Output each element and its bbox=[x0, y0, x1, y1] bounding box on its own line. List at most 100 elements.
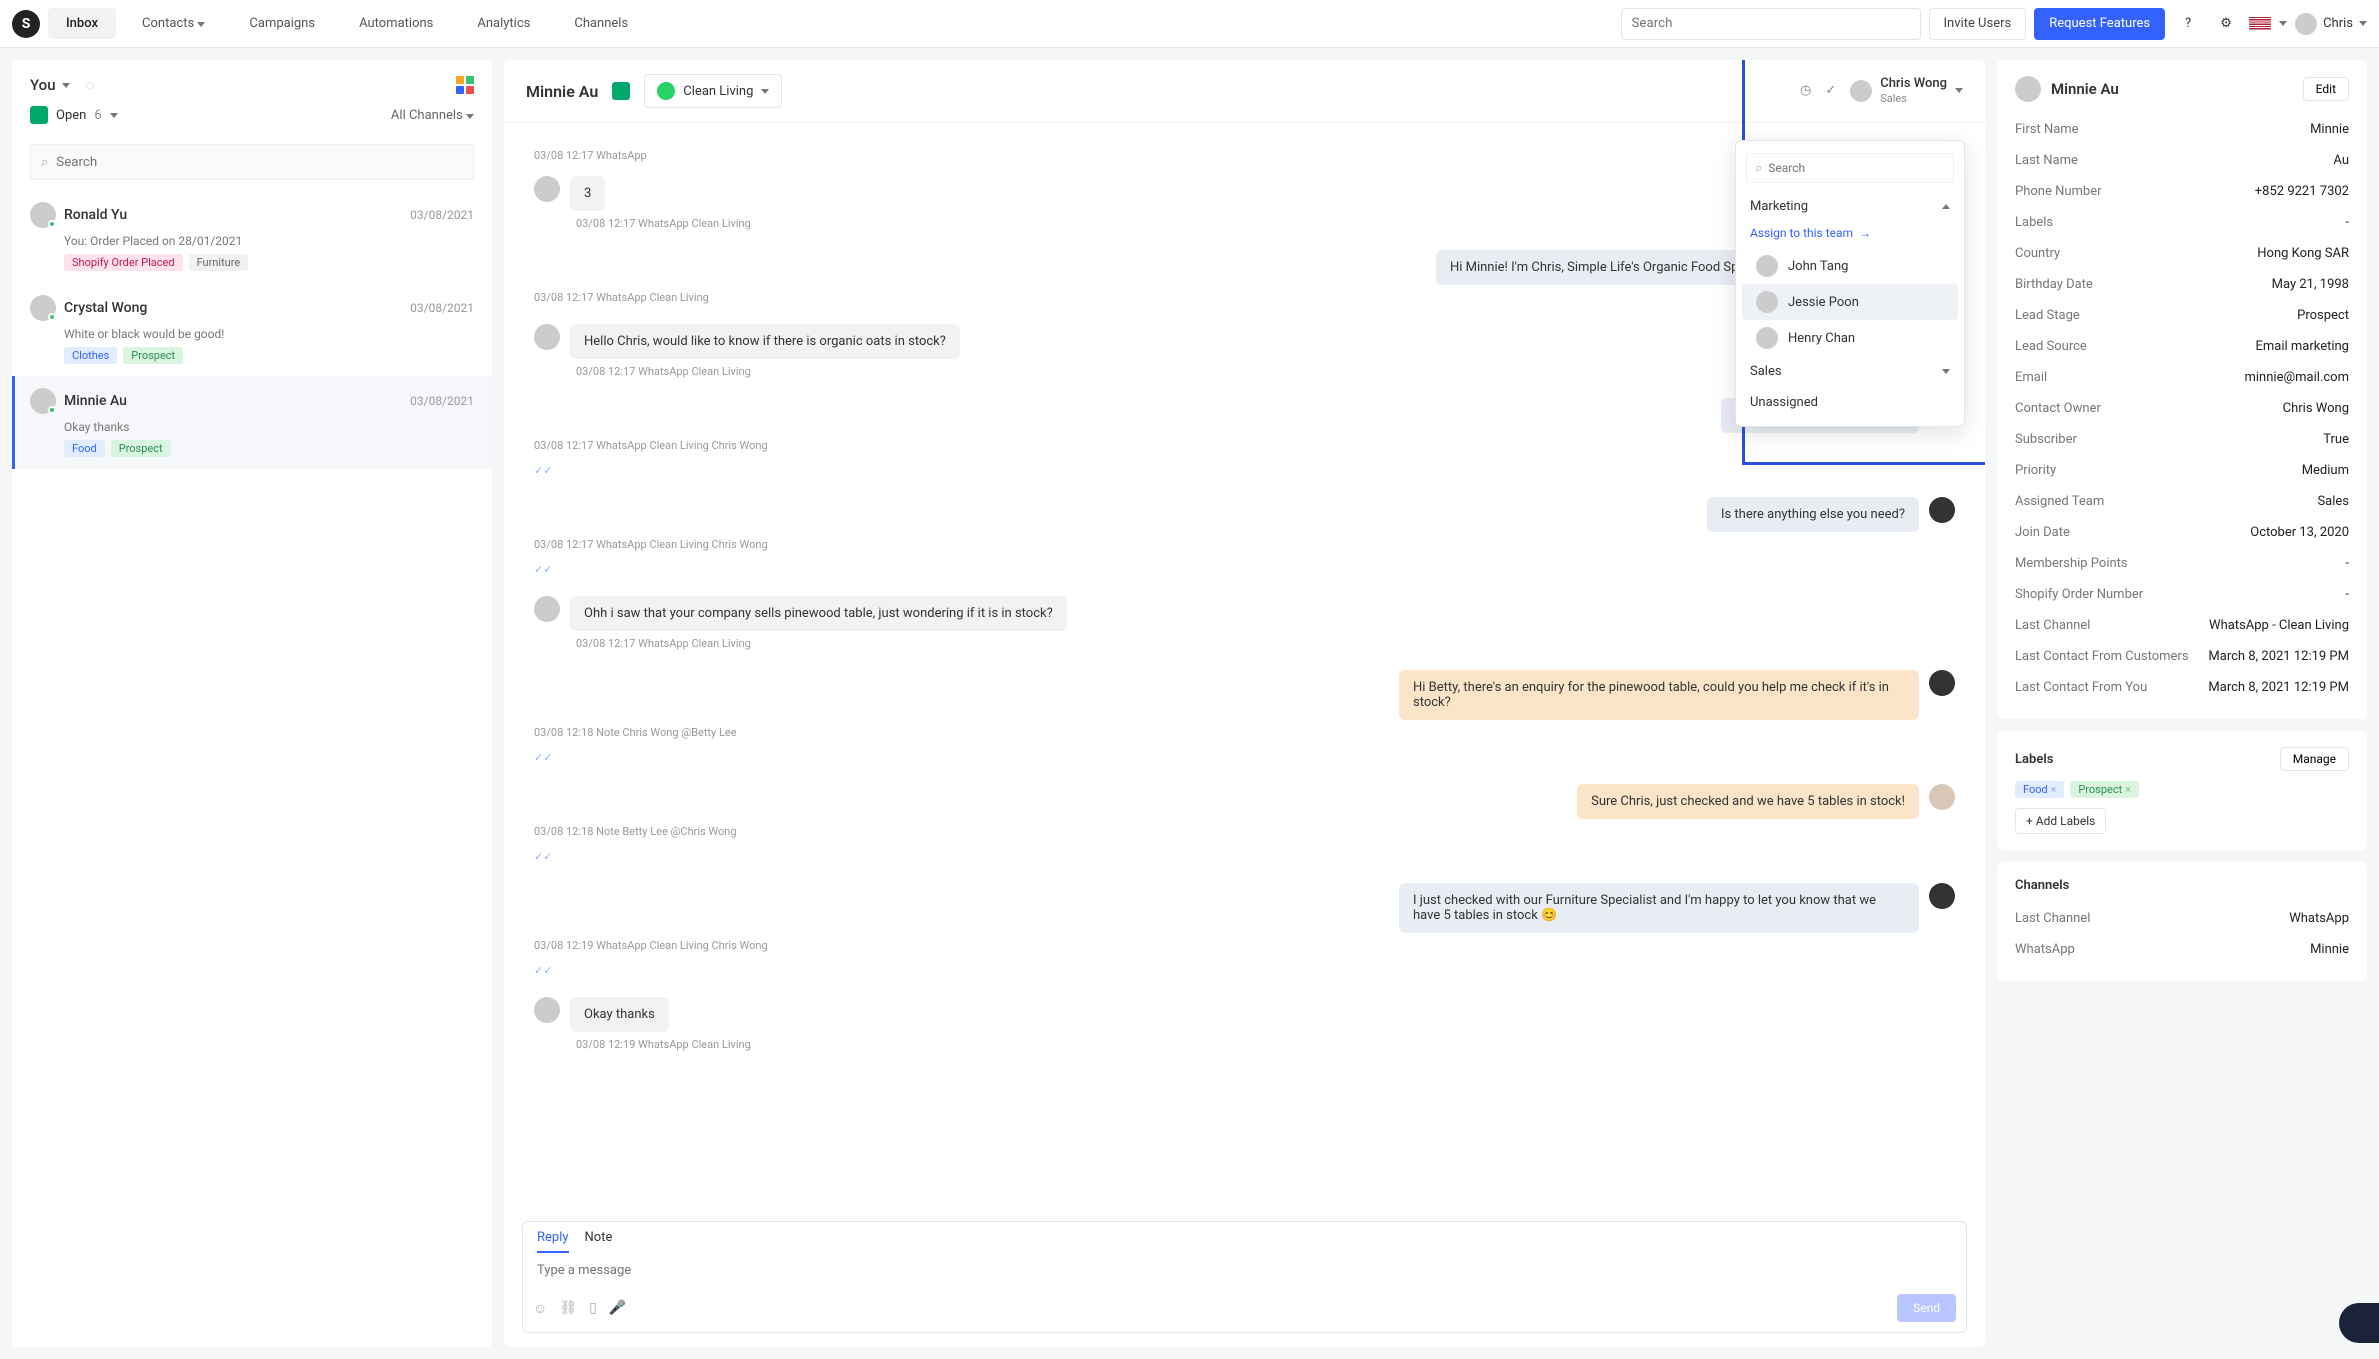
remove-tag-icon[interactable]: × bbox=[2050, 783, 2056, 796]
channel-filter[interactable]: All Channels bbox=[391, 108, 474, 123]
profile-field: Shopify Order Number - bbox=[2015, 579, 2349, 610]
conversation-item[interactable]: Minnie Au 03/08/2021 Okay thanks FoodPro… bbox=[12, 376, 492, 469]
message-bubble: I just checked with our Furniture Specia… bbox=[1399, 883, 1919, 933]
status-filter[interactable]: Open 6 bbox=[30, 106, 118, 124]
mic-icon[interactable]: 🎤 bbox=[609, 1300, 626, 1317]
avatar bbox=[534, 324, 560, 350]
inbox-search[interactable]: ⌕ bbox=[30, 144, 474, 180]
field-label: Country bbox=[2015, 246, 2060, 261]
message-bubble: Is there anything else you need? bbox=[1707, 497, 1919, 532]
conversation-list: Ronald Yu 03/08/2021 You: Order Placed o… bbox=[12, 190, 492, 1347]
tag[interactable]: Food × bbox=[2015, 781, 2064, 798]
assignee-name: Chris Wong bbox=[1880, 77, 1947, 91]
nav-channels[interactable]: Channels bbox=[556, 8, 646, 39]
request-features-button[interactable]: Request Features bbox=[2034, 8, 2165, 40]
message-meta: 03/08 12:17 WhatsApp bbox=[534, 149, 904, 162]
message-meta: 03/08 12:17 WhatsApp Clean Living Chris … bbox=[534, 538, 904, 576]
channels-title: Channels bbox=[2015, 878, 2349, 893]
field-label: Birthday Date bbox=[2015, 277, 2093, 292]
field-value: Email marketing bbox=[2255, 339, 2349, 354]
tag[interactable]: Prospect × bbox=[2070, 781, 2138, 798]
app-logo[interactable]: S bbox=[12, 10, 40, 38]
nav-contacts[interactable]: Contacts bbox=[124, 8, 223, 39]
resolve-icon[interactable]: ✓ bbox=[1825, 83, 1836, 98]
tab-note[interactable]: Note bbox=[585, 1230, 613, 1253]
profile-field: Lead Source Email marketing bbox=[2015, 331, 2349, 362]
field-value: May 21, 1998 bbox=[2272, 277, 2349, 292]
manage-labels-button[interactable]: Manage bbox=[2280, 747, 2349, 771]
emoji-icon[interactable]: ☺ bbox=[533, 1300, 547, 1317]
tab-reply[interactable]: Reply bbox=[537, 1230, 569, 1253]
assignee-search[interactable]: ⌕ bbox=[1746, 153, 1954, 183]
assignee-selector[interactable]: Chris Wong Sales bbox=[1850, 77, 1963, 104]
profile-field: Join Date October 13, 2020 bbox=[2015, 517, 2349, 548]
inbox-search-input[interactable] bbox=[56, 155, 463, 170]
tag: Prospect bbox=[123, 347, 183, 364]
send-button[interactable]: Send bbox=[1897, 1294, 1956, 1322]
field-value: +852 9221 7302 bbox=[2255, 184, 2349, 199]
nav-inbox[interactable]: Inbox bbox=[48, 8, 116, 39]
tag: Clothes bbox=[64, 347, 117, 364]
invite-users-button[interactable]: Invite Users bbox=[1929, 8, 2027, 40]
current-user-menu[interactable]: Chris bbox=[2295, 13, 2367, 35]
snooze-icon[interactable]: ◷ bbox=[1800, 83, 1811, 98]
message-meta: 03/08 12:17 WhatsApp Clean Living bbox=[534, 637, 1955, 650]
attach-icon[interactable]: ⛓ bbox=[559, 1300, 577, 1317]
assignee-search-input[interactable] bbox=[1768, 161, 1945, 175]
avatar bbox=[1929, 883, 1955, 909]
assignee-user-option[interactable]: Henry Chan bbox=[1742, 320, 1958, 356]
message-bubble: 3 bbox=[570, 176, 605, 211]
contact-sidebar: Minnie Au Edit First Name Minnie Last Na… bbox=[1997, 60, 2367, 1347]
add-label-button[interactable]: + Add Labels bbox=[2015, 808, 2106, 834]
owner-filter[interactable]: You ◌ bbox=[30, 76, 94, 94]
message-input[interactable] bbox=[523, 1253, 1966, 1288]
message-meta: 03/08 12:19 WhatsApp Clean Living bbox=[534, 1038, 1955, 1051]
team-marketing-header[interactable]: Marketing bbox=[1736, 191, 1964, 222]
message-bubble: Hi Betty, there's an enquiry for the pin… bbox=[1399, 670, 1919, 720]
profile-name: Minnie Au bbox=[2051, 80, 2119, 98]
nav-campaigns[interactable]: Campaigns bbox=[231, 8, 333, 39]
active-channel-selector[interactable]: Clean Living bbox=[644, 74, 782, 108]
remove-tag-icon[interactable]: × bbox=[2125, 783, 2131, 796]
team-sales-header[interactable]: Sales bbox=[1736, 356, 1964, 387]
field-label: Assigned Team bbox=[2015, 494, 2104, 509]
conversation-item[interactable]: Crystal Wong 03/08/2021 White or black w… bbox=[12, 283, 492, 376]
template-icon[interactable]: ▯ bbox=[589, 1300, 597, 1317]
tag: Shopify Order Placed bbox=[64, 254, 183, 271]
assignee-user-option[interactable]: Jessie Poon bbox=[1742, 284, 1958, 320]
field-label: Subscriber bbox=[2015, 432, 2077, 447]
nav-automations[interactable]: Automations bbox=[341, 8, 451, 39]
field-value: Sales bbox=[2317, 494, 2349, 509]
global-search-input[interactable] bbox=[1621, 8, 1921, 40]
field-label: Last Name bbox=[2015, 153, 2078, 168]
assign-to-team-link[interactable]: Assign to this team→ bbox=[1736, 222, 1964, 248]
support-widget[interactable] bbox=[2339, 1303, 2379, 1343]
assignee-dropdown: ⌕ Marketing Assign to this team→ John Ta… bbox=[1735, 140, 1965, 427]
field-value: - bbox=[2345, 587, 2349, 602]
conversation-status-badge[interactable] bbox=[612, 82, 630, 100]
chat-panel: Minnie Au Clean Living ◷ ✓ Chris Wong Sa… bbox=[504, 60, 1985, 1347]
profile-field: Last Contact From Customers March 8, 202… bbox=[2015, 641, 2349, 672]
locale-flag[interactable] bbox=[2249, 17, 2271, 31]
avatar bbox=[2295, 13, 2317, 35]
nav-analytics[interactable]: Analytics bbox=[459, 8, 548, 39]
avatar bbox=[2015, 76, 2041, 102]
field-value: Prospect bbox=[2297, 308, 2349, 323]
unassigned-option[interactable]: Unassigned bbox=[1736, 387, 1964, 418]
field-label: Membership Points bbox=[2015, 556, 2128, 571]
avatar bbox=[30, 202, 56, 228]
whatsapp-icon bbox=[657, 82, 675, 100]
help-icon[interactable]: ? bbox=[2173, 9, 2203, 39]
profile-field: Last Channel WhatsApp - Clean Living bbox=[2015, 610, 2349, 641]
conversation-item[interactable]: Ronald Yu 03/08/2021 You: Order Placed o… bbox=[12, 190, 492, 283]
avatar bbox=[30, 295, 56, 321]
chevron-down-icon bbox=[110, 113, 118, 118]
avatar bbox=[534, 997, 560, 1023]
grid-icon[interactable] bbox=[456, 76, 474, 94]
avatar bbox=[1929, 670, 1955, 696]
labels-panel: Labels Manage Food ×Prospect × + Add Lab… bbox=[1997, 731, 2367, 850]
gear-icon[interactable]: ⚙ bbox=[2211, 9, 2241, 39]
edit-profile-button[interactable]: Edit bbox=[2303, 77, 2349, 101]
assignee-user-option[interactable]: John Tang bbox=[1742, 248, 1958, 284]
tag: Prospect bbox=[111, 440, 171, 457]
